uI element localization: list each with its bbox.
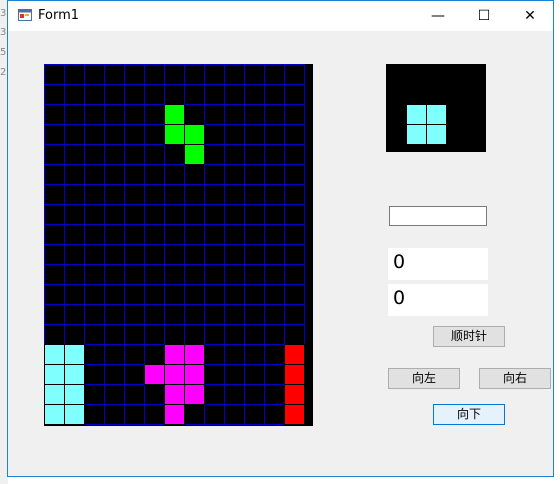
window-title: Form1 [38, 8, 80, 23]
block-cell [284, 384, 305, 405]
text-input[interactable] [389, 206, 487, 226]
block-cell [284, 364, 305, 385]
block-cell [64, 384, 85, 405]
block-cell [184, 364, 205, 385]
block-cell [284, 404, 305, 425]
block-cell [184, 124, 205, 145]
move-down-button[interactable]: 向下 [433, 404, 505, 425]
block-cell [44, 364, 65, 385]
move-right-button[interactable]: 向右 [479, 368, 551, 389]
preview-block-cell [426, 124, 447, 145]
app-icon [18, 9, 32, 21]
minimize-button[interactable]: — [415, 1, 461, 31]
block-cell [184, 344, 205, 365]
block-cell [164, 124, 185, 145]
preview-block-cell [406, 124, 427, 145]
block-cell [164, 384, 185, 405]
block-cell [284, 344, 305, 365]
score-display-1: 0 [388, 248, 488, 280]
rotate-clockwise-button[interactable]: 顺时针 [433, 326, 505, 347]
block-cell [44, 384, 65, 405]
maximize-button[interactable]: ☐ [461, 1, 507, 31]
close-button[interactable]: ✕ [507, 1, 553, 31]
score-display-2: 0 [388, 284, 488, 316]
block-cell [164, 364, 185, 385]
block-cell [64, 404, 85, 425]
block-cell [164, 344, 185, 365]
preview-block-cell [406, 104, 427, 125]
move-left-button[interactable]: 向左 [388, 368, 460, 389]
next-piece-preview [386, 64, 486, 152]
title-bar[interactable]: Form1 — ☐ ✕ [8, 1, 553, 31]
game-board [44, 64, 313, 426]
block-cell [164, 104, 185, 125]
block-cell [64, 344, 85, 365]
block-cell [44, 344, 65, 365]
block-cell [184, 144, 205, 165]
block-cell [164, 404, 185, 425]
block-cell [184, 384, 205, 405]
block-cell [144, 364, 165, 385]
block-cell [64, 364, 85, 385]
preview-block-cell [426, 104, 447, 125]
block-cell [44, 404, 65, 425]
form-window: Form1 — ☐ ✕ 0 0 顺时针 向左 向右 向下 [7, 0, 554, 477]
